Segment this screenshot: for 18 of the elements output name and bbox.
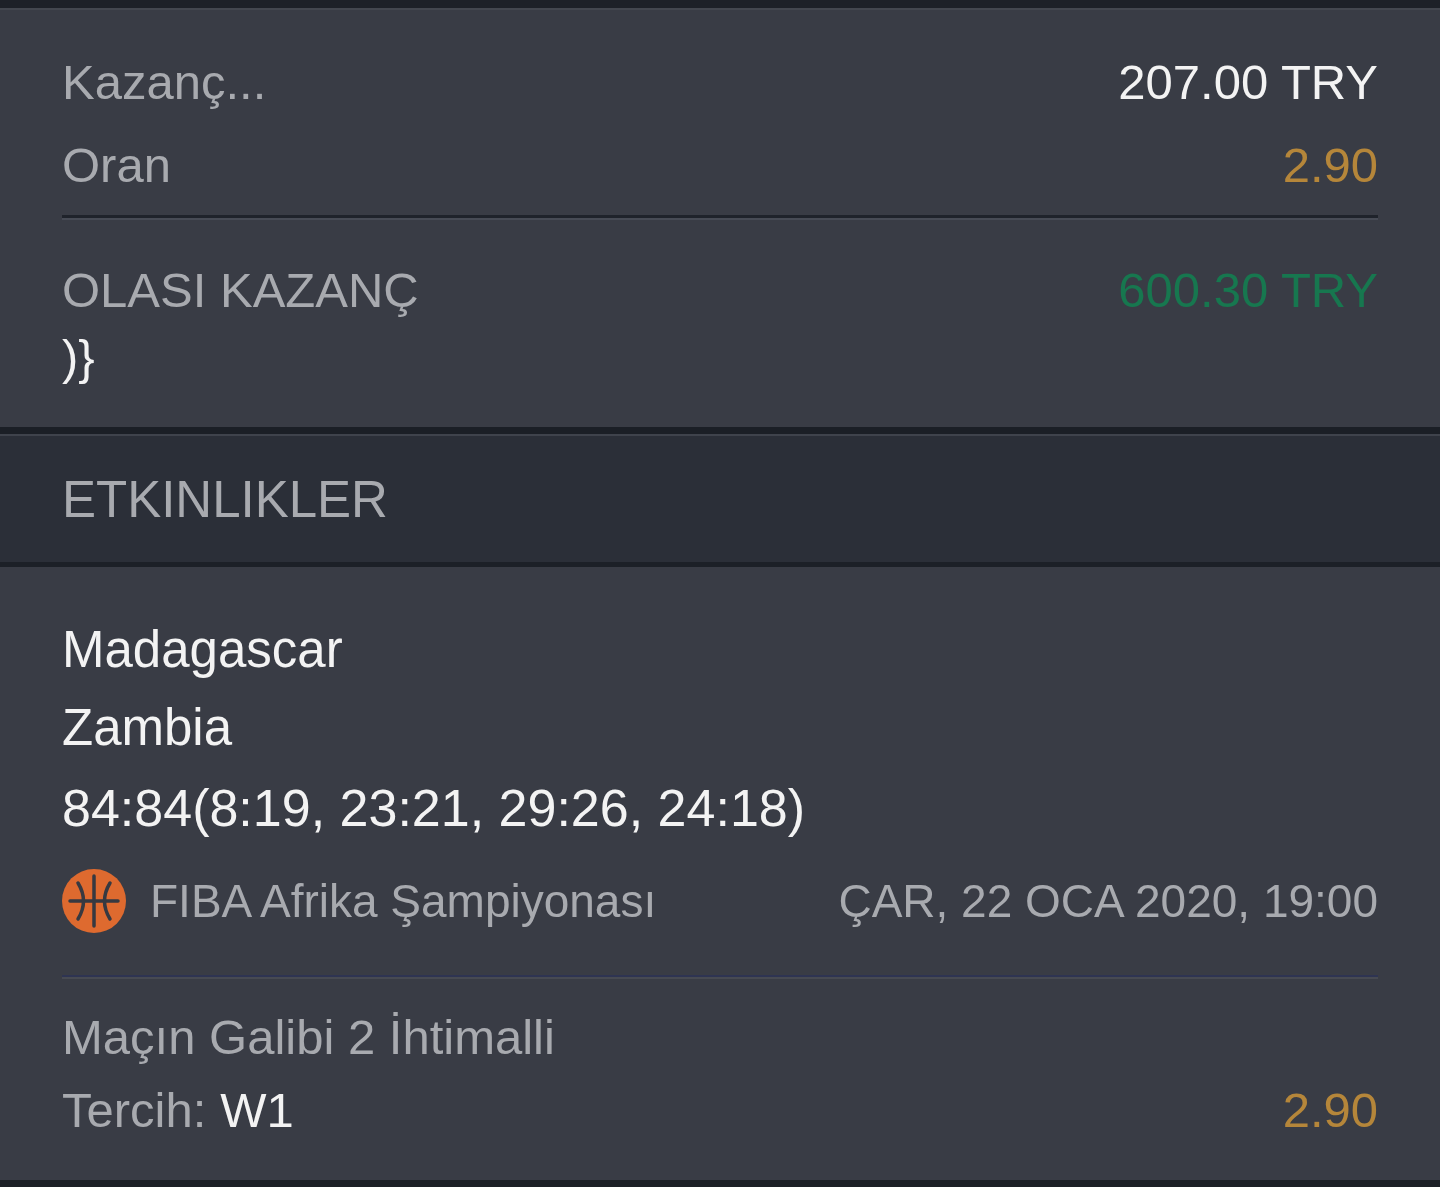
summary-value: 207.00 TRY — [1118, 53, 1378, 110]
odds-value: 2.90 — [1282, 1082, 1378, 1138]
basketball-icon — [62, 869, 126, 933]
summary-label: Kazanç... — [62, 53, 267, 110]
match-date: ÇAR, 22 OCA 2020, 19:00 — [838, 874, 1378, 928]
section-title: ETKINLIKLER — [62, 469, 388, 529]
pick-label: Tercih: — [62, 1082, 207, 1138]
potential-win-value: 600.30 TRY — [1118, 262, 1378, 318]
summary-value: 2.90 — [1282, 136, 1378, 193]
league-name: FIBA Afrika Şampiyonası — [150, 874, 657, 928]
away-team: Zambia — [62, 698, 233, 758]
match-score: 84:84(8:19, 23:21, 29:26, 24:18) — [62, 778, 806, 839]
home-team: Madagascar — [62, 620, 343, 680]
pick-value: W1 — [220, 1082, 294, 1138]
stray-characters: )} — [62, 329, 95, 386]
market-name: Maçın Galibi 2 İhtimalli — [62, 1009, 555, 1066]
summary-label: Oran — [62, 136, 171, 193]
potential-win-label: OLASI KAZANÇ — [62, 262, 419, 318]
